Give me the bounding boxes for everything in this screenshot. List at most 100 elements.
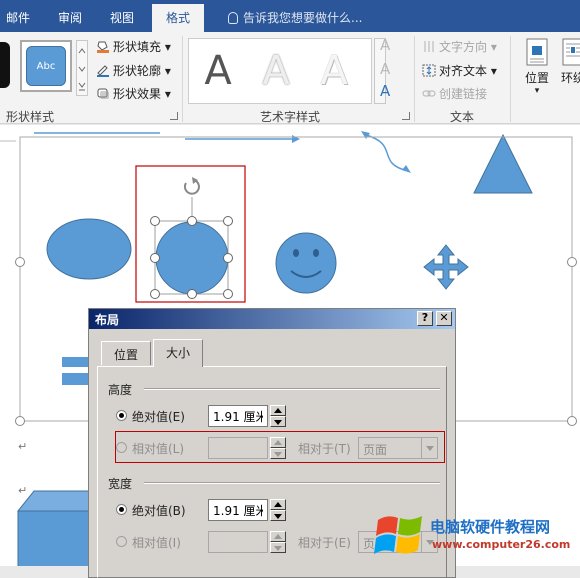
spin-down-icon[interactable] xyxy=(270,448,286,459)
group-divider xyxy=(414,36,415,122)
height-relative-label: 相对值(L) xyxy=(132,442,185,456)
ribbon-tab-bar: 邮件 审阅 视图 格式 告诉我您想要做什么... xyxy=(0,0,580,32)
tab-position[interactable]: 位置 xyxy=(101,341,152,365)
height-relative-radio[interactable] xyxy=(116,442,127,453)
help-button[interactable]: ? xyxy=(417,311,433,326)
curved-arrow-shape xyxy=(365,134,409,172)
ribbon: Abc 形状填充 ▾ 形状轮廓 ▾ 形状效果 ▾ 形状样式 A A A A A … xyxy=(0,32,580,124)
watermark-url: www.computer26.com xyxy=(432,538,571,551)
tell-me-text: 告诉我您想要做什么... xyxy=(243,11,363,25)
text-fill-icon[interactable]: A xyxy=(380,36,390,54)
text-group-label: 文本 xyxy=(450,110,475,124)
canvas-handle xyxy=(567,257,577,267)
height-relative-spinner[interactable] xyxy=(270,437,286,459)
text-outline-icon[interactable]: A xyxy=(380,60,390,78)
align-text-button[interactable]: 对齐文本 ▾ xyxy=(422,62,497,79)
height-absolute-input[interactable] xyxy=(208,405,268,427)
four-way-arrow-shape xyxy=(423,244,469,290)
circle-shape-selected xyxy=(155,221,229,295)
triangle-shape xyxy=(473,133,533,194)
height-relative-to-label: 相对于(T) xyxy=(298,442,351,456)
paragraph-mark: ↵ xyxy=(18,440,28,453)
gallery-arrows-icon xyxy=(78,48,86,91)
tell-me-search[interactable]: 告诉我您想要做什么... xyxy=(228,9,362,26)
width-relative-spinner[interactable] xyxy=(270,531,286,553)
height-relative-to-value: 页面 xyxy=(363,443,388,457)
smiley-face-shape xyxy=(275,232,337,294)
canvas-handle xyxy=(15,257,25,267)
wrap-text-button[interactable]: 环绕 xyxy=(558,38,580,86)
shape-effects-button[interactable]: 形状效果 ▾ xyxy=(96,85,171,102)
create-link-button[interactable]: 创建链接 xyxy=(422,85,487,102)
section-divider xyxy=(144,388,440,390)
gallery-scroll[interactable] xyxy=(76,40,88,96)
wrap-text-icon xyxy=(562,38,580,66)
tab-size[interactable]: 大小 xyxy=(153,339,204,367)
height-relative-to-select[interactable]: 页面 xyxy=(358,437,438,459)
group-divider xyxy=(182,36,183,122)
width-relative-input[interactable] xyxy=(208,531,268,553)
shape-fill-button[interactable]: 形状填充 ▾ xyxy=(96,38,171,55)
position-label: 位置 xyxy=(524,71,549,85)
height-absolute-spinner[interactable] xyxy=(270,405,286,427)
wordart-gallery: A A A xyxy=(188,38,372,104)
lightbulb-icon xyxy=(228,12,238,24)
paragraph-mark: ↵ xyxy=(18,484,28,497)
shape-style-selected[interactable]: Abc xyxy=(20,40,72,92)
height-section-title: 高度 xyxy=(108,383,133,397)
align-text-icon xyxy=(422,64,436,77)
text-direction-button[interactable]: 文字方向 ▾ xyxy=(422,38,497,55)
width-relative-label: 相对值(I) xyxy=(132,536,181,550)
arrow-shape-partial xyxy=(62,357,88,367)
arrowhead xyxy=(361,131,370,139)
text-effects-icon[interactable]: A xyxy=(380,82,390,100)
height-relative-input[interactable] xyxy=(208,437,268,459)
shape-outline-button[interactable]: 形状轮廓 ▾ xyxy=(96,62,171,79)
spin-down-icon[interactable] xyxy=(270,510,286,521)
shape-style-preview: Abc xyxy=(26,46,66,86)
width-absolute-input[interactable] xyxy=(208,499,268,521)
wordart-style-1[interactable]: A xyxy=(193,45,243,97)
position-icon xyxy=(526,38,548,66)
spin-down-icon[interactable] xyxy=(270,416,286,427)
dialog-title-bar: 布局 ? ✕ xyxy=(89,309,455,329)
shape-style-dark[interactable] xyxy=(0,42,10,88)
spin-down-icon[interactable] xyxy=(270,542,286,553)
tab-view[interactable]: 视图 xyxy=(110,9,134,26)
spin-up-icon[interactable] xyxy=(270,437,286,448)
close-button[interactable]: ✕ xyxy=(436,311,452,326)
tab-review[interactable]: 审阅 xyxy=(58,9,82,26)
watermark-title: 电脑软硬件教程网 xyxy=(430,518,551,536)
section-divider xyxy=(144,482,440,484)
ellipse-shape xyxy=(46,218,132,280)
shape-styles-label: 形状样式 xyxy=(6,110,55,124)
spin-up-icon[interactable] xyxy=(270,405,286,416)
chevron-down-icon[interactable] xyxy=(421,438,437,458)
wrap-text-label: 环绕 xyxy=(560,71,580,85)
wordart-style-3[interactable]: A xyxy=(309,45,359,97)
spin-up-icon[interactable] xyxy=(270,531,286,542)
width-relative-radio[interactable] xyxy=(116,536,127,547)
arrowhead xyxy=(292,135,300,143)
spin-up-icon[interactable] xyxy=(270,499,286,510)
width-absolute-spinner[interactable] xyxy=(270,499,286,521)
paint-bucket-icon xyxy=(97,41,109,53)
wordart-style-2[interactable]: A xyxy=(251,45,301,97)
wordart-launcher-icon[interactable] xyxy=(402,112,410,120)
windows-logo-icon xyxy=(374,516,422,554)
link-icon xyxy=(422,90,436,97)
shape-effects-icon xyxy=(97,88,109,99)
shape-styles-launcher-icon[interactable] xyxy=(170,112,178,120)
wordart-styles-label: 艺术字样式 xyxy=(260,110,321,124)
dialog-title: 布局 xyxy=(95,313,120,327)
height-absolute-radio[interactable] xyxy=(116,410,127,421)
width-absolute-label: 绝对值(B) xyxy=(132,504,186,518)
width-absolute-radio[interactable] xyxy=(116,504,127,515)
tab-mailings[interactable]: 邮件 xyxy=(6,9,30,26)
tab-format[interactable]: 格式 xyxy=(152,4,205,32)
rotate-handle-icon xyxy=(183,180,200,195)
canvas-handle xyxy=(15,416,25,426)
height-absolute-label: 绝对值(E) xyxy=(132,410,185,424)
arrowhead xyxy=(402,165,411,173)
position-button[interactable]: 位置 ▾ xyxy=(518,38,556,96)
